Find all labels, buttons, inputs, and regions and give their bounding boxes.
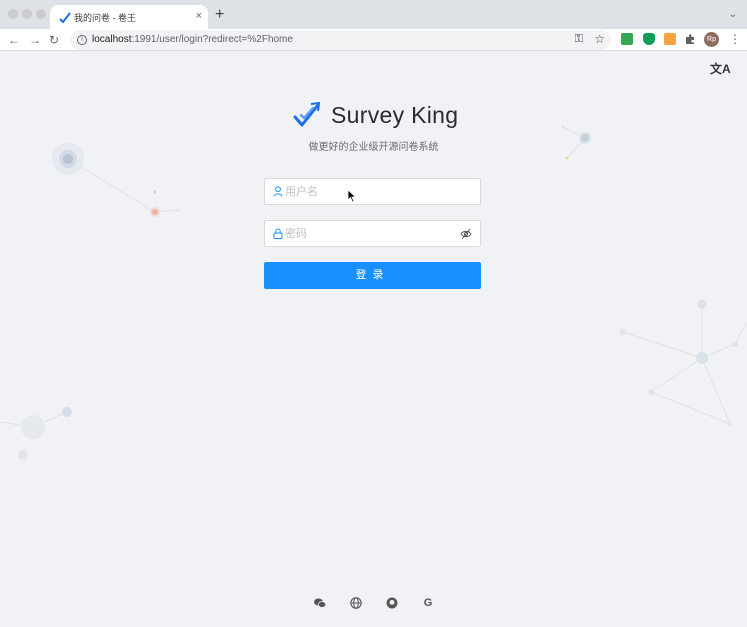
extension-shield-icon[interactable] bbox=[643, 33, 655, 45]
reload-icon[interactable]: ↻ bbox=[49, 33, 59, 47]
window-close-button[interactable] bbox=[8, 9, 18, 19]
login-button[interactable]: 登录 bbox=[264, 262, 481, 289]
brand-name: Survey King bbox=[331, 101, 459, 128]
info-icon[interactable]: i bbox=[77, 35, 87, 45]
browser-tab-bar: 我的问卷 - 卷王 × + ⌄ bbox=[0, 0, 747, 29]
tab-title: 我的问卷 - 卷王 bbox=[74, 13, 136, 23]
extension-orange-icon[interactable] bbox=[664, 33, 676, 45]
window-zoom-button[interactable] bbox=[36, 9, 46, 19]
menu-icon[interactable]: ⋮ bbox=[729, 32, 741, 46]
new-tab-button[interactable]: + bbox=[215, 7, 224, 23]
tab-search-button[interactable]: ⌄ bbox=[729, 9, 737, 20]
url-text[interactable]: localhost:1991/user/login?redirect=%2Fho… bbox=[92, 34, 293, 45]
key-icon[interactable]: ⚿ bbox=[575, 33, 583, 46]
username-field[interactable] bbox=[264, 178, 481, 205]
extension-print-icon[interactable] bbox=[621, 33, 633, 45]
window-minimize-button[interactable] bbox=[22, 9, 32, 19]
password-input[interactable] bbox=[285, 222, 455, 245]
footer-links: G bbox=[313, 596, 435, 610]
extensions-icon[interactable] bbox=[684, 33, 696, 45]
login-page: 文A Survey King 做更好的企业级开源问卷系统 登录 bbox=[0, 52, 747, 627]
back-icon[interactable]: ← bbox=[8, 33, 20, 47]
profile-avatar[interactable]: Rp bbox=[704, 32, 719, 47]
address-bar[interactable]: i localhost:1991/user/login?redirect=%2F… bbox=[70, 30, 611, 50]
tab-close-button[interactable]: × bbox=[196, 9, 202, 23]
forward-icon[interactable]: → bbox=[29, 33, 41, 47]
username-input[interactable] bbox=[285, 180, 455, 203]
survey-king-favicon-icon bbox=[59, 12, 71, 24]
mouse-cursor-icon bbox=[347, 189, 357, 203]
password-field[interactable] bbox=[264, 220, 481, 247]
wechat-icon[interactable] bbox=[313, 596, 327, 610]
globe-icon[interactable] bbox=[349, 596, 363, 610]
page-subtitle: 做更好的企业级开源问卷系统 bbox=[308, 142, 439, 153]
star-icon[interactable]: ☆ bbox=[594, 32, 605, 46]
github-icon[interactable] bbox=[385, 596, 399, 610]
language-switch-icon[interactable]: 文A bbox=[710, 60, 731, 77]
eye-invisible-icon[interactable] bbox=[460, 228, 472, 240]
lock-icon bbox=[273, 228, 283, 239]
brand: Survey King bbox=[293, 100, 458, 130]
browser-toolbar: ← → ↻ i localhost:1991/user/login?redire… bbox=[0, 29, 747, 51]
browser-tab[interactable]: 我的问卷 - 卷王 × bbox=[50, 5, 208, 29]
google-icon[interactable]: G bbox=[421, 596, 435, 610]
user-icon bbox=[273, 186, 283, 197]
survey-king-logo-icon bbox=[293, 102, 321, 127]
